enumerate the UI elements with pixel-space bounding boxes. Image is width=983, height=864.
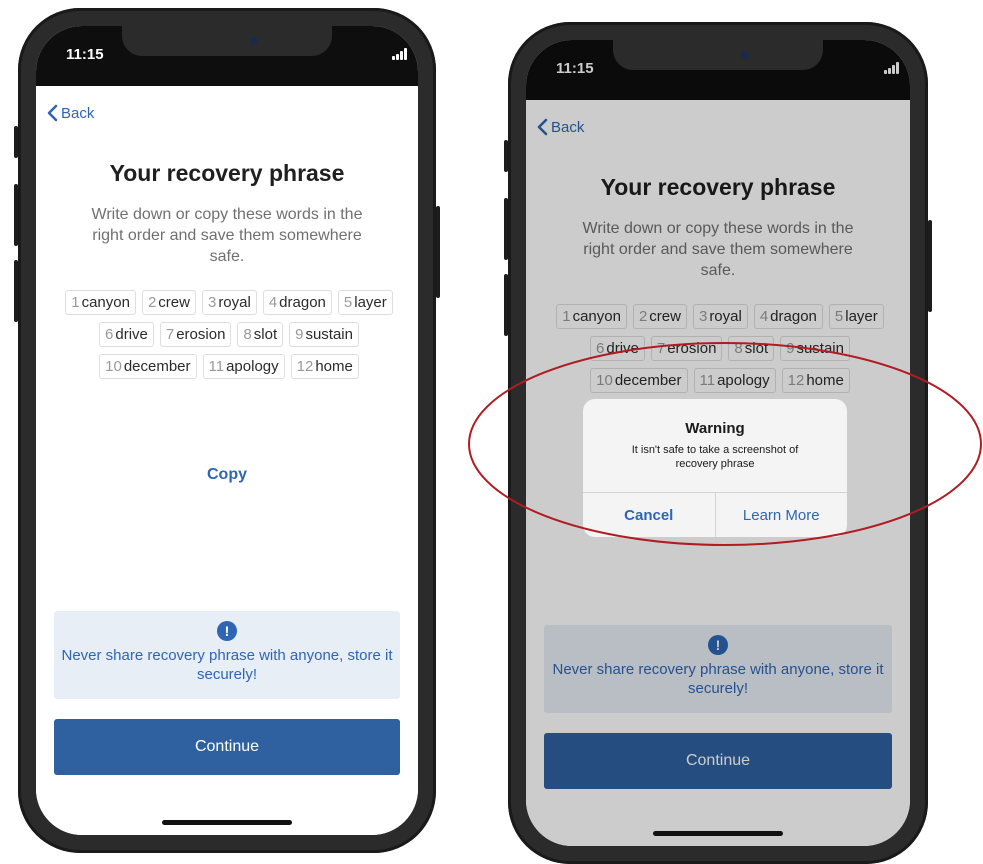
word-number: 1 bbox=[71, 294, 80, 311]
mute-switch bbox=[504, 140, 508, 172]
page-subtitle: Write down or copy these words in the ri… bbox=[91, 206, 363, 265]
home-indicator[interactable] bbox=[653, 831, 783, 836]
home-indicator[interactable] bbox=[162, 820, 292, 825]
word-chip: 8 slot bbox=[237, 322, 284, 347]
word-text: royal bbox=[218, 294, 251, 311]
exclamation-circle-icon: ! bbox=[217, 621, 237, 641]
alert-actions: Cancel Learn More bbox=[583, 492, 847, 537]
word-chip: 6 drive bbox=[99, 322, 154, 347]
cellular-signal-icon bbox=[392, 48, 410, 60]
word-chip: 1 canyon bbox=[65, 290, 136, 315]
security-notice-text: Never share recovery phrase with anyone,… bbox=[61, 647, 393, 683]
word-text: slot bbox=[253, 326, 278, 343]
word-number: 7 bbox=[165, 326, 175, 343]
alert-learn-more-button[interactable]: Learn More bbox=[716, 493, 848, 537]
word-number: 12 bbox=[296, 358, 314, 375]
word-chip: 3 royal bbox=[201, 290, 257, 315]
mute-switch bbox=[14, 126, 18, 158]
word-chip: 7 erosion bbox=[159, 322, 232, 347]
word-chip: 4 dragon bbox=[262, 290, 332, 315]
notch bbox=[613, 40, 823, 70]
notch bbox=[122, 26, 332, 56]
chevron-left-icon bbox=[47, 104, 58, 122]
back-label: Back bbox=[61, 104, 95, 122]
screenshot-warning-alert: Warning It isn't safe to take a screensh… bbox=[583, 399, 847, 537]
word-number: 9 bbox=[295, 326, 304, 343]
phone-screen: 11:15 Back Your recovery phrase Write do… bbox=[36, 26, 418, 835]
word-chip: 9 sustain bbox=[289, 322, 359, 347]
word-number: 10 bbox=[105, 358, 122, 375]
copy-button[interactable]: Copy bbox=[36, 466, 418, 484]
word-text: december bbox=[123, 358, 191, 375]
word-text: sustain bbox=[305, 326, 353, 343]
word-text: crew bbox=[158, 294, 190, 311]
volume-down-button bbox=[14, 260, 18, 322]
volume-down-button bbox=[504, 274, 508, 336]
volume-up-button bbox=[504, 198, 508, 260]
word-number: 3 bbox=[207, 294, 217, 311]
word-number: 5 bbox=[343, 294, 353, 311]
phone-frame-left: 11:15 Back Your recovery phrase Write do… bbox=[14, 8, 440, 853]
status-time: 11:15 bbox=[66, 46, 104, 63]
word-number: 2 bbox=[147, 294, 157, 311]
word-chip: 12 home bbox=[290, 354, 359, 379]
word-text: erosion bbox=[176, 326, 226, 343]
word-text: canyon bbox=[81, 294, 130, 311]
word-text: layer bbox=[354, 294, 387, 311]
word-number: 6 bbox=[105, 326, 114, 343]
recovery-phrase-sheet: Back Your recovery phrase Write down or … bbox=[36, 86, 418, 835]
word-text: apology bbox=[226, 358, 279, 375]
word-text: dragon bbox=[279, 294, 326, 311]
security-notice: ! Never share recovery phrase with anyon… bbox=[54, 611, 400, 699]
word-chip: 2 crew bbox=[141, 290, 196, 315]
phone-frame-right: 11:15 Back Your recovery phrase Write do… bbox=[504, 22, 932, 864]
continue-button[interactable]: Continue bbox=[54, 719, 400, 775]
alert-message: It isn't safe to take a screenshot of re… bbox=[631, 444, 799, 470]
volume-up-button bbox=[14, 184, 18, 246]
word-text: home bbox=[315, 358, 353, 375]
word-chip: 11 apology bbox=[202, 354, 285, 379]
power-button bbox=[436, 206, 440, 298]
word-number: 8 bbox=[243, 326, 252, 343]
power-button bbox=[928, 220, 932, 312]
page-title: Your recovery phrase bbox=[109, 160, 345, 186]
alert-title: Warning bbox=[685, 420, 745, 437]
back-button[interactable]: Back bbox=[46, 104, 94, 122]
wifi-icon bbox=[414, 48, 418, 55]
camera-icon bbox=[250, 37, 258, 45]
phone-screen: 11:15 Back Your recovery phrase Write do… bbox=[526, 40, 910, 846]
word-number: 11 bbox=[208, 358, 225, 375]
camera-icon bbox=[741, 51, 749, 59]
word-grid: 1 canyon 2 crew 3 royal 4 dragon 5 layer 6 dri… bbox=[50, 290, 408, 379]
word-chip: 5 layer bbox=[337, 290, 393, 315]
word-chip: 10 december bbox=[99, 354, 197, 379]
word-text: drive bbox=[115, 326, 148, 343]
word-number: 4 bbox=[268, 294, 278, 311]
alert-cancel-button[interactable]: Cancel bbox=[583, 493, 716, 537]
